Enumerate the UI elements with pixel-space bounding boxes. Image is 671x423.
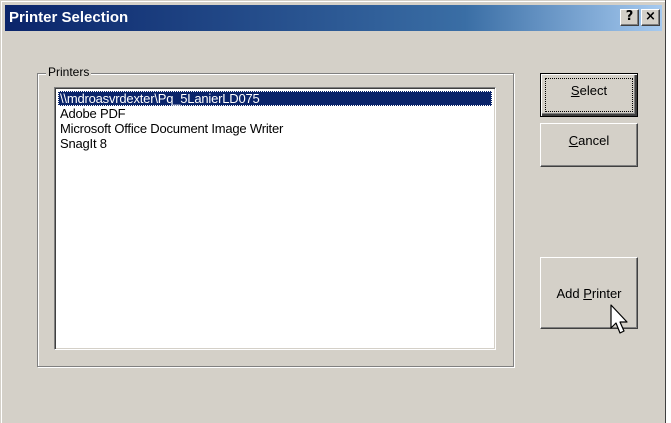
printer-item-label: \\mdroasvrdexter\Pq_5LanierLD075 (60, 91, 260, 106)
printer-list-item[interactable]: Microsoft Office Document Image Writer (58, 121, 492, 136)
printer-item-label: SnagIt 8 (60, 136, 107, 151)
close-button[interactable]: × (641, 9, 660, 26)
select-button[interactable]: Select (540, 73, 638, 117)
help-icon: ? (625, 9, 634, 24)
window-title: Printer Selection (9, 9, 129, 26)
printer-list-item[interactable]: \\mdroasvrdexter\Pq_5LanierLD075 (58, 91, 492, 106)
help-button[interactable]: ? (620, 9, 639, 26)
printers-group-label: Printers (46, 65, 92, 79)
add-printer-button-label: Add Printer (556, 286, 622, 301)
close-icon: × (645, 9, 656, 24)
focus-rectangle (545, 78, 633, 112)
printers-listbox[interactable]: \\mdroasvrdexter\Pq_5LanierLD075 Adobe P… (54, 87, 496, 350)
printer-item-label: Adobe PDF (60, 106, 126, 121)
title-bar[interactable]: Printer Selection ? × (5, 5, 662, 31)
cancel-button-label: Cancel (568, 133, 610, 148)
arrow-cursor-icon (610, 304, 628, 334)
printer-list-item[interactable]: Adobe PDF (58, 106, 492, 121)
printer-list-item[interactable]: SnagIt 8 (58, 136, 492, 151)
cancel-button[interactable]: Cancel (540, 123, 638, 167)
printer-item-label: Microsoft Office Document Image Writer (60, 121, 284, 136)
